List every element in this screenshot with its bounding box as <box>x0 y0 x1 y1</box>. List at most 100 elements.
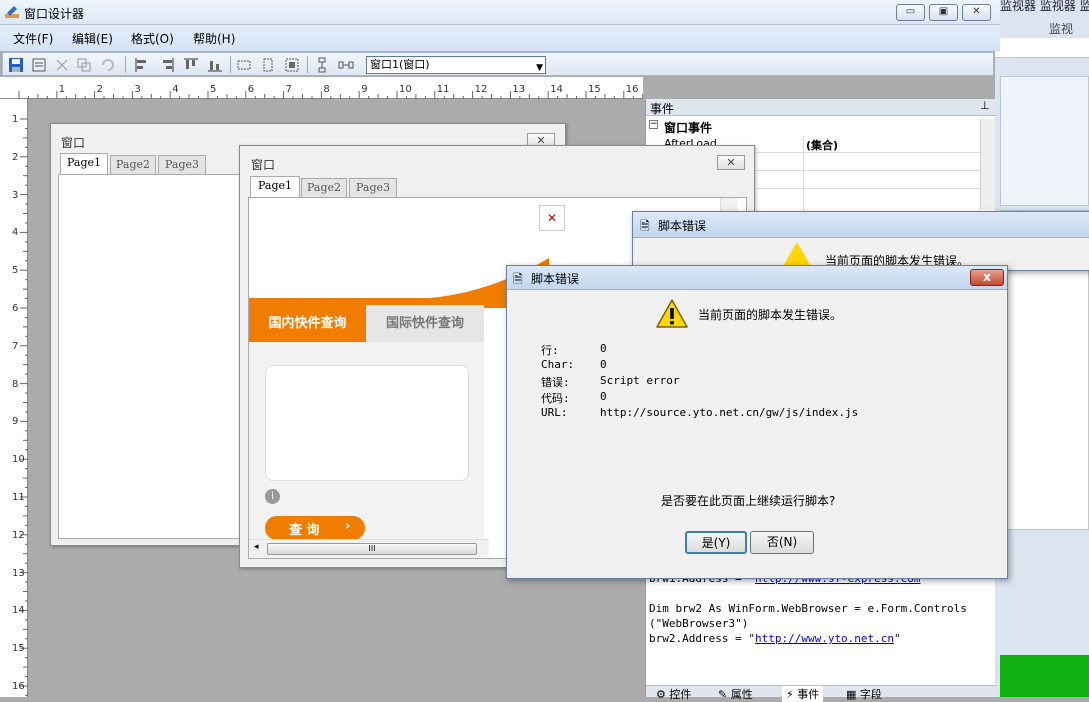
dialog-close-button[interactable]: x <box>970 269 1004 286</box>
error-field-value: 0 <box>600 390 607 403</box>
form1-tab-page2[interactable]: Page2 <box>110 155 156 174</box>
right-strip-box <box>1000 76 1089 206</box>
broken-image-icon: ✕ <box>539 205 565 231</box>
ruler-label: 13 <box>12 567 25 579</box>
yes-button[interactable]: 是(Y) <box>685 531 747 554</box>
scroll-thumb[interactable]: III <box>267 543 477 555</box>
menu-bar: 文件(F) 编辑(E) 格式(O) 帮助(H) <box>0 25 1000 51</box>
app-title: 窗口设计器 <box>24 7 85 21</box>
same-size-icon[interactable] <box>283 56 301 73</box>
v-spacing-icon[interactable] <box>313 56 331 73</box>
error-field-value: Script error <box>600 374 680 387</box>
align-left-icon[interactable] <box>133 56 151 73</box>
script-error-dialog[interactable]: 🗎 脚本错误 x 当前页面的脚本发生错误。 行: 0 Char: 0 错误: S… <box>506 265 1008 579</box>
tab-fields[interactable]: ▦ 字段 <box>846 686 882 702</box>
code-line: brw2.Address = "http://www.yto.net.cn" <box>649 632 901 645</box>
pin-icon[interactable]: ⊥ <box>980 99 990 112</box>
cut-icon[interactable] <box>53 56 71 73</box>
right-strip-green <box>1000 655 1089 697</box>
tab-domestic[interactable]: 国内快件查询 <box>249 305 366 342</box>
ruler-label: 11 <box>12 492 25 503</box>
event-row-value: (集合) <box>806 139 839 152</box>
menu-file[interactable]: 文件(F) <box>13 30 53 47</box>
menu-format[interactable]: 格式(O) <box>131 30 174 47</box>
error-field-label: URL: <box>541 406 568 419</box>
form2-tab-page3[interactable]: Page3 <box>349 178 397 197</box>
ruler-label: 16 <box>625 84 639 95</box>
code-editor[interactable]: brw1.Address = "http://www.sf-express.co… <box>649 572 989 645</box>
tab-international[interactable]: 国际快件查询 <box>366 305 484 342</box>
ruler-label: 14 <box>550 84 563 95</box>
form1-tab-page1[interactable]: Page1 <box>60 153 108 174</box>
window-selector[interactable]: 窗口1(窗口) ▼ <box>366 56 546 74</box>
same-width-icon[interactable] <box>235 56 253 73</box>
tracking-number-input[interactable] <box>265 365 469 481</box>
tab-events[interactable]: ⚡ 事件 <box>782 686 824 702</box>
form2-close-button[interactable]: ✕ <box>717 155 745 170</box>
h-spacing-icon[interactable] <box>337 56 355 73</box>
query-button[interactable]: 查 询 › <box>265 516 365 540</box>
undo-icon[interactable] <box>98 56 116 73</box>
form1-title: 窗口 <box>61 136 86 150</box>
ruler-label: 12 <box>12 529 25 541</box>
tab-controls[interactable]: ⚙ 控件 <box>656 686 691 702</box>
form2-title: 窗口 <box>251 158 276 172</box>
ruler-label: 10 <box>399 84 412 95</box>
title-bar: 窗口设计器 ▭ ▣ ✕ <box>0 0 1000 25</box>
align-right-icon[interactable] <box>158 56 176 73</box>
form1-tab-page3[interactable]: Page3 <box>158 155 206 174</box>
ruler-label: 3 <box>134 84 141 95</box>
menu-help[interactable]: 帮助(H) <box>193 30 235 47</box>
ruler-label: 11 <box>436 84 450 95</box>
ruler-label: 15 <box>588 84 601 95</box>
form2-tab-page2[interactable]: Page2 <box>301 178 347 197</box>
ruler-label: 6 <box>247 84 255 95</box>
document-icon: 🗎 <box>513 272 523 286</box>
ruler-label: 3 <box>12 189 19 201</box>
right-strip-text: 监视器 监视器 监 <box>1000 0 1089 13</box>
ruler-label: 4 <box>172 84 179 95</box>
chevron-left-icon[interactable]: ◂ <box>254 542 259 552</box>
error-field-label: 错误: <box>541 376 570 389</box>
close-button[interactable]: ✕ <box>962 4 991 21</box>
ruler-label: 1 <box>12 114 19 125</box>
tab-properties[interactable]: ✎ 属性 <box>718 686 753 702</box>
dialog-titlebar: 🗎 脚本错误 x <box>507 266 1007 290</box>
horizontal-scrollbar[interactable]: ◂ III <box>249 539 489 557</box>
bottom-tabs: ⚙ 控件 ✎ 属性 ⚡ 事件 ▦ 字段 <box>646 685 996 702</box>
maximize-button[interactable]: ▣ <box>929 4 958 21</box>
column-divider <box>803 136 804 216</box>
code-line: ("WebBrowser3") <box>649 617 749 630</box>
copy-icon[interactable] <box>75 56 93 73</box>
ruler-label: 7 <box>12 340 19 352</box>
toolbar-separator <box>230 56 231 73</box>
ruler-label: 6 <box>12 303 19 314</box>
menu-edit[interactable]: 编辑(E) <box>72 30 113 47</box>
ruler-label: 8 <box>323 84 330 95</box>
ruler-label: 9 <box>12 416 19 428</box>
right-strip-label: 监视 <box>1049 22 1074 36</box>
error-field-label: 代码: <box>541 392 570 405</box>
script-error-dialog-back[interactable]: 🗎 脚本错误 当前页面的脚本发生错误。 <box>632 211 1089 271</box>
properties-title: 事件 <box>650 102 675 116</box>
dialog-back-titlebar: 🗎 脚本错误 <box>633 212 1089 238</box>
dialog-message: 当前页面的脚本发生错误。 <box>698 308 843 322</box>
properties-scrollbar[interactable] <box>980 119 995 209</box>
no-button[interactable]: 否(N) <box>750 531 814 554</box>
chevron-right-icon: › <box>345 519 351 534</box>
ruler-label: 1 <box>58 84 66 95</box>
collapse-icon[interactable]: − <box>649 120 658 129</box>
ruler-label: 13 <box>512 84 526 95</box>
ruler-label: 9 <box>361 84 368 95</box>
horizontal-ruler: 1 2 3 4 5 6 7 8 9 10 11 12 13 14 15 16 <box>0 77 643 99</box>
properties-icon[interactable] <box>30 56 48 73</box>
ruler-label: 10 <box>12 454 25 466</box>
same-height-icon[interactable] <box>259 56 277 73</box>
minimize-button[interactable]: ▭ <box>896 4 925 21</box>
save-icon[interactable] <box>7 56 25 73</box>
form2-tab-page1[interactable]: Page1 <box>250 176 300 197</box>
toolbar-separator <box>125 56 126 73</box>
align-bottom-icon[interactable] <box>206 56 224 73</box>
ruler-label: 14 <box>12 605 25 617</box>
align-top-icon[interactable] <box>182 56 200 73</box>
